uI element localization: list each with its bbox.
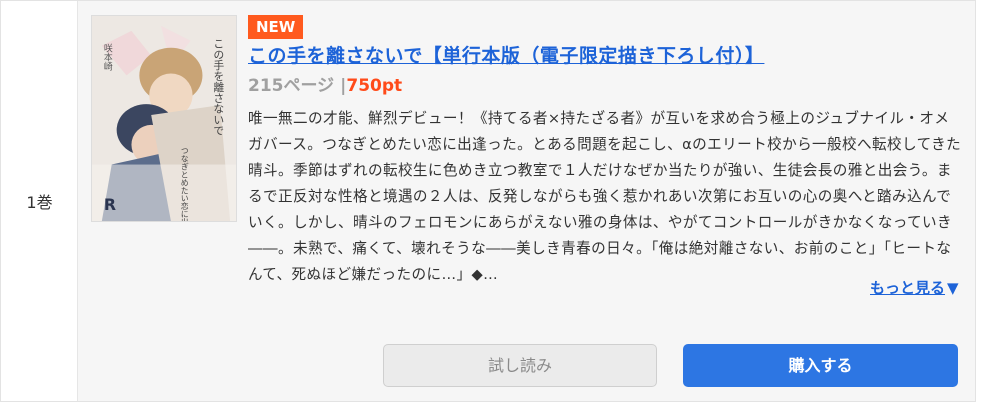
book-cover-image[interactable]: 咲本崎 この手を離さないで つなぎとめたい恋に出逢った R (91, 15, 237, 222)
page-count: 215ページ (248, 76, 335, 96)
volume-row: 1巻 咲本崎 この手を離さないで つなぎとめたい恋に出逢った R NEW この手… (0, 0, 976, 402)
book-meta: 215ページ |750pt (248, 71, 402, 96)
buy-button[interactable]: 購入する (683, 344, 958, 387)
cover-artwork: 咲本崎 この手を離さないで つなぎとめたい恋に出逢った R (92, 16, 236, 221)
cover-author-text: 咲本崎 (102, 43, 112, 71)
book-title-link[interactable]: この手を離さないで【単行本版（電子限定描き下ろし付）】 (248, 41, 764, 68)
cover-title-text: この手を離さないで (212, 38, 225, 136)
cover-tagline-text: つなぎとめたい恋に出逢った (180, 147, 189, 221)
show-more-link[interactable]: もっと見る ▼ (870, 277, 959, 298)
book-description: 唯一無二の才能、鮮烈デビュー！《持てる者×持たざる者》が互いを求め合う極上のジュ… (248, 110, 962, 283)
triangle-down-icon: ▼ (947, 279, 959, 297)
show-more-label: もっと見る (870, 279, 946, 297)
sample-read-button[interactable]: 試し読み (383, 344, 657, 387)
volume-label: 1巻 (26, 193, 53, 212)
volume-detail: 咲本崎 この手を離さないで つなぎとめたい恋に出逢った R NEW この手を離さ… (78, 1, 975, 401)
cover-publisher-logo: R (104, 195, 116, 214)
price: 750pt (346, 76, 403, 96)
new-badge: NEW (248, 15, 304, 39)
volume-cell: 1巻 (1, 1, 78, 401)
